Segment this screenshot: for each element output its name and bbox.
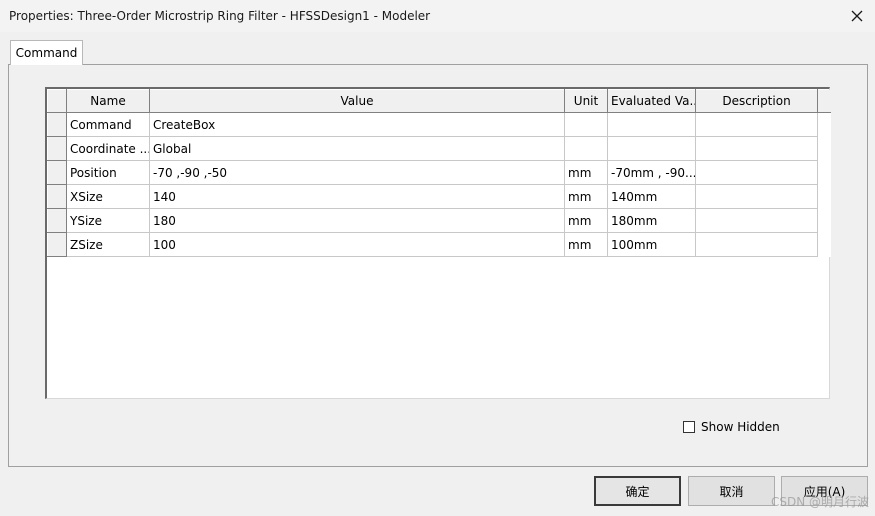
table-row[interactable]: Position -70 ,-90 ,-50 mm -70mm , -90...	[47, 160, 831, 185]
row-header[interactable]	[47, 208, 67, 233]
cell-description[interactable]	[695, 136, 818, 161]
show-hidden-checkbox[interactable]: Show Hidden	[683, 420, 780, 434]
row-filler	[817, 208, 831, 233]
cell-name[interactable]: Command	[66, 112, 150, 137]
close-icon	[851, 10, 863, 22]
cell-description[interactable]	[695, 232, 818, 257]
column-header-description[interactable]: Description	[695, 89, 818, 113]
row-header[interactable]	[47, 160, 67, 185]
column-header-evaluated-value[interactable]: Evaluated Va...	[607, 89, 696, 113]
row-filler	[817, 160, 831, 185]
cell-evaluated-value: 100mm	[607, 232, 696, 257]
header-filler	[817, 89, 831, 113]
cell-value[interactable]: -70 ,-90 ,-50	[149, 160, 565, 185]
cell-value[interactable]: Global	[149, 136, 565, 161]
cell-name[interactable]: Position	[66, 160, 150, 185]
table-row[interactable]: ZSize 100 mm 100mm	[47, 232, 831, 257]
corner-cell	[47, 89, 67, 113]
cell-evaluated-value: 140mm	[607, 184, 696, 209]
properties-grid: Name Value Unit Evaluated Va... Descript…	[45, 87, 831, 399]
cell-unit	[564, 136, 608, 161]
cell-value[interactable]: 100	[149, 232, 565, 257]
table-row[interactable]: XSize 140 mm 140mm	[47, 184, 831, 209]
row-filler	[817, 184, 831, 209]
column-header-value[interactable]: Value	[149, 89, 565, 113]
cancel-button-label: 取消	[719, 484, 744, 499]
cell-unit: mm	[564, 160, 608, 185]
close-button[interactable]	[843, 2, 871, 30]
cell-description[interactable]	[695, 184, 818, 209]
cell-value[interactable]: 180	[149, 208, 565, 233]
cell-description[interactable]	[695, 160, 818, 185]
row-filler	[817, 232, 831, 257]
row-header[interactable]	[47, 112, 67, 137]
watermark: CSDN @明月行波	[770, 495, 869, 509]
cell-name[interactable]: YSize	[66, 208, 150, 233]
row-header[interactable]	[47, 184, 67, 209]
row-header[interactable]	[47, 232, 67, 257]
window-title: Properties: Three-Order Microstrip Ring …	[9, 9, 431, 23]
cell-name[interactable]: ZSize	[66, 232, 150, 257]
cell-unit: mm	[564, 208, 608, 233]
cell-unit: mm	[564, 184, 608, 209]
cell-evaluated-value: -70mm , -90...	[607, 160, 696, 185]
checkbox-box[interactable]	[683, 421, 695, 433]
column-header-unit[interactable]: Unit	[564, 89, 608, 113]
table-row[interactable]: Coordinate ... Global	[47, 136, 831, 161]
row-filler	[817, 136, 831, 161]
cell-unit: mm	[564, 232, 608, 257]
column-header-name[interactable]: Name	[66, 89, 150, 113]
cell-evaluated-value	[607, 136, 696, 161]
tab-command-label: Command	[15, 46, 78, 60]
cell-name[interactable]: XSize	[66, 184, 150, 209]
cell-name[interactable]: Coordinate ...	[66, 136, 150, 161]
ok-button-label: 确定	[625, 484, 650, 499]
row-header[interactable]	[47, 136, 67, 161]
cell-evaluated-value	[607, 112, 696, 137]
cell-description[interactable]	[695, 112, 818, 137]
table-row[interactable]: YSize 180 mm 180mm	[47, 208, 831, 233]
cell-evaluated-value: 180mm	[607, 208, 696, 233]
cell-value[interactable]: CreateBox	[149, 112, 565, 137]
cancel-button[interactable]: 取消	[688, 476, 775, 506]
ok-button[interactable]: 确定	[594, 476, 681, 506]
row-filler	[817, 112, 831, 137]
title-bar: Properties: Three-Order Microstrip Ring …	[0, 0, 875, 32]
table-row[interactable]: Command CreateBox	[47, 112, 831, 137]
cell-value[interactable]: 140	[149, 184, 565, 209]
cell-description[interactable]	[695, 208, 818, 233]
cell-unit	[564, 112, 608, 137]
tab-command[interactable]: Command	[10, 40, 83, 65]
properties-table: Name Value Unit Evaluated Va... Descript…	[47, 89, 831, 257]
show-hidden-label: Show Hidden	[701, 420, 780, 434]
table-header-row: Name Value Unit Evaluated Va... Descript…	[47, 89, 831, 113]
